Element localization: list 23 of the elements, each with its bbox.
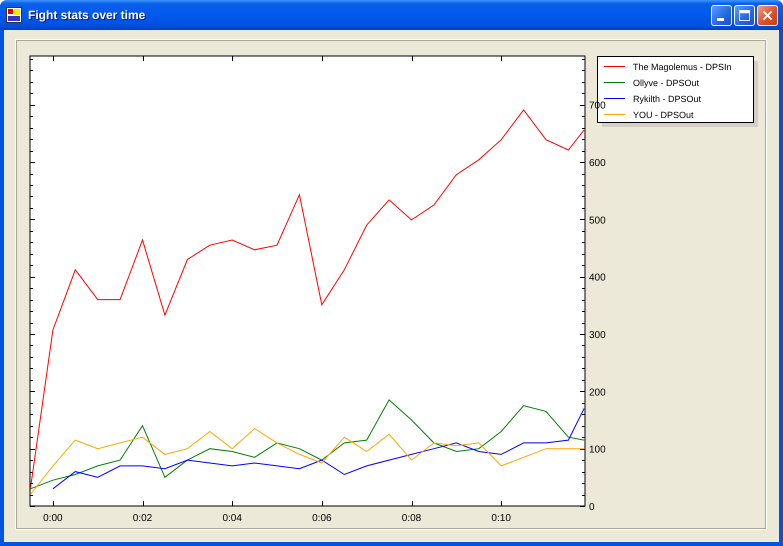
axis-label: 0:06 bbox=[312, 513, 332, 524]
axis-label: 0:10 bbox=[491, 513, 511, 524]
axis-label: 0:08 bbox=[402, 513, 422, 524]
axis-label: 600 bbox=[589, 158, 606, 170]
window-icon bbox=[6, 7, 22, 23]
axis-label: 300 bbox=[589, 330, 606, 342]
axis-label: 0:04 bbox=[222, 513, 242, 524]
legend-label: Ollyve - DPSOut bbox=[633, 78, 700, 88]
axis-label: 400 bbox=[589, 272, 606, 284]
axis-label: 100 bbox=[589, 444, 606, 456]
axis-label: 500 bbox=[589, 215, 606, 226]
axis-label: 0:00 bbox=[43, 513, 63, 524]
legend-label: YOU - DPSOut bbox=[633, 110, 694, 120]
maximize-button[interactable] bbox=[734, 4, 755, 26]
minimize-icon bbox=[716, 18, 724, 20]
axis-label: 0 bbox=[589, 502, 595, 513]
legend-label: Rykilth - DPSOut bbox=[633, 94, 702, 104]
axis-label: 200 bbox=[589, 387, 606, 398]
window-title: Fight stats over time bbox=[28, 8, 146, 22]
minimize-button[interactable] bbox=[711, 4, 732, 26]
close-button[interactable] bbox=[757, 4, 778, 26]
axis-label: 0:02 bbox=[132, 513, 152, 524]
legend-label: The Magolemus - DPSIn bbox=[633, 62, 732, 72]
